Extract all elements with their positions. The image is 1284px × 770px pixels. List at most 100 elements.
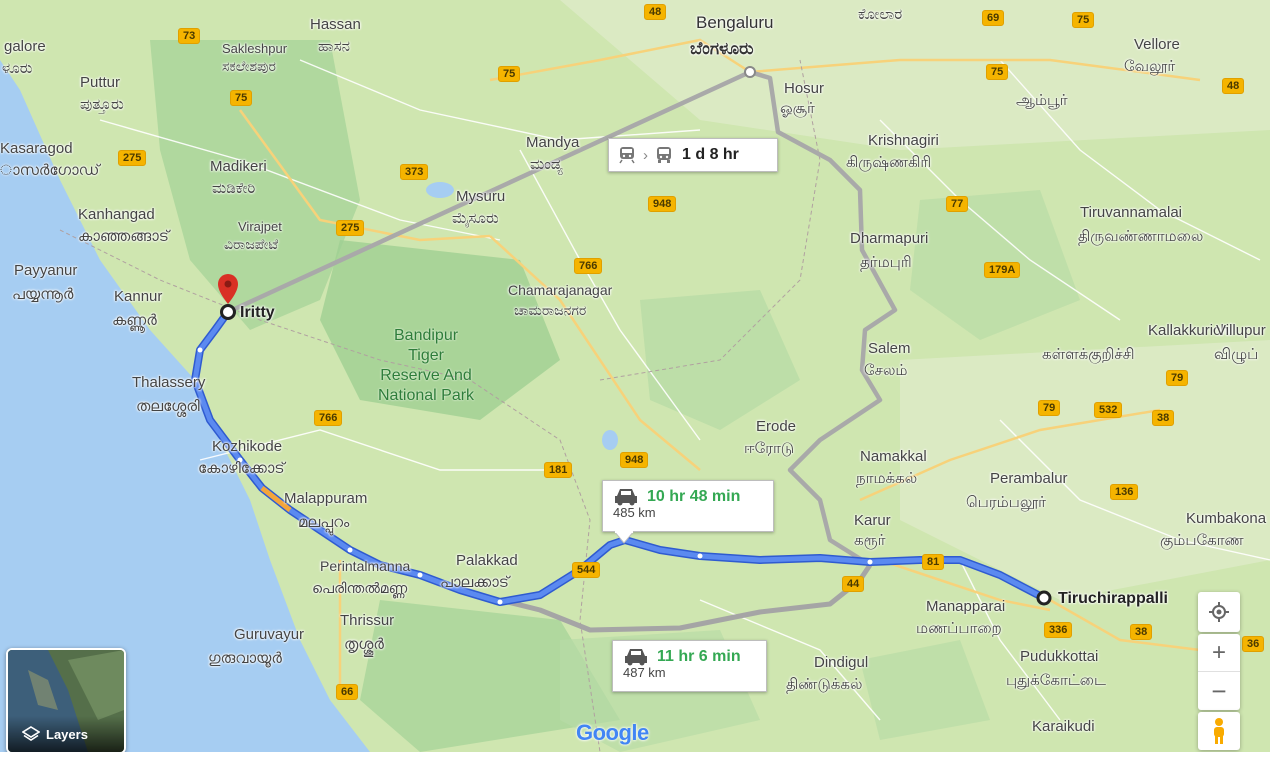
road-shield: 948 [620,452,649,468]
road-shield: 373 [400,164,429,180]
place-label: ാസർഗോഡ് [0,162,100,179]
place-label: விழுப் [1214,346,1259,363]
place-label: Hassan [310,16,361,33]
place-label: Guruvayur [234,626,305,643]
place-label: കണ്ണൂർ [112,312,157,329]
route-origin-marker [220,304,236,320]
layers-button[interactable]: Layers [6,648,126,752]
car-icon [625,649,647,666]
road-shield: 48 [644,4,667,20]
place-label: കോഴിക്കോട് [198,460,285,477]
road-shield: 81 [922,554,945,570]
place-label: ಮಂಡ್ಯ [530,156,563,173]
place-label: Dindigul [814,654,869,671]
place-label: Mandya [526,134,580,151]
place-label: Perambalur [990,470,1068,487]
place-label: ஈரோடு [744,440,795,457]
place-label: Kanhangad [78,206,155,223]
road-shield: 766 [314,410,343,426]
my-location-button[interactable] [1198,592,1240,632]
layers-icon [22,726,40,741]
road-shield: 75 [498,66,521,82]
place-label: சேலம் [864,362,908,379]
place-label: ஓசூர் [780,100,815,117]
place-label: Perintalmanna [320,558,411,574]
transit-duration: 1 d 8 hr [682,146,739,163]
place-label: ಕೋಲಾರ [858,6,903,23]
place-label: Tiruvannamalai [1080,204,1182,221]
place-label: தர்மபுரி [860,254,912,271]
pegman-button[interactable] [1198,712,1240,750]
road-shield: 275 [118,150,147,166]
place-label: Malappuram [284,490,368,507]
place-label: Mysuru [456,188,506,205]
place-label: ವಿರಾಜಪೇಟೆ [224,236,279,252]
pegman-icon [1214,718,1224,744]
place-label: പയ്യന്നൂർ [12,286,74,303]
place-label: கிருஷ்ணகிரி [846,154,932,171]
park-label: Bandipur Tiger Reserve And National Park [378,327,475,404]
place-label: Erode [756,418,797,435]
place-label: Krishnagiri [868,132,939,149]
road-shield: 766 [574,258,603,274]
road-shield: 36 [1242,636,1265,652]
layers-label: Layers [46,726,88,742]
place-label: வேலூர் [1124,58,1176,75]
place-label: மணப்பாறை [916,620,1002,637]
place-label: ಹಾಸನ [318,38,350,55]
place-label: കാഞ്ഞങ്ങാട് [78,228,169,245]
alt-route-card[interactable]: 11 hr 6 min 487 km [612,640,767,692]
road-shield: 75 [1072,12,1095,28]
google-logo: Google [576,720,649,745]
road-shield: 275 [336,220,365,236]
place-label: Palakkad [456,552,518,569]
place-label: Karur [854,512,891,529]
place-label: Madikeri [210,158,267,175]
place-label: Thalassery [132,374,206,391]
place-label: Bengaluru [696,13,774,32]
place-label: galore [4,38,46,55]
minus-icon[interactable]: − [1198,672,1240,710]
alt-route-distance: 487 km [623,665,666,680]
alt-route-duration: 11 hr 6 min [657,648,741,665]
road-shield: 79 [1038,400,1061,416]
place-label: ಪುತ್ತೂರು [80,96,124,113]
place-label: ಳೂರು [2,60,33,77]
place-label: Pudukkottai [1020,648,1099,665]
destination-label: Tiruchirappalli [1058,590,1168,607]
my-location-icon [1209,602,1229,622]
place-label: ഗുരുവായൂർ [208,650,282,667]
place-label: Manapparai [926,598,1006,615]
place-label: நாமக்கல் [856,470,918,487]
place-label: തലശ്ശേരി [136,398,200,415]
place-label: கள்ளக்குறிச்சி [1042,346,1135,363]
origin-label: Iritty [240,304,275,321]
place-label: Kannur [114,288,163,305]
transit-route-card[interactable]: › 1 d 8 hr [608,138,778,172]
map-pin-icon [218,274,238,304]
place-label: Karaikudi [1032,718,1095,735]
alt-route-line [499,563,873,633]
place-label: Namakkal [860,448,927,465]
place-label: கும்பகோண [1160,532,1244,549]
place-label: ಮಡಿಕೇರಿ [212,180,256,197]
main-route-card[interactable]: 10 hr 48 min 485 km [602,480,774,532]
place-label: Kumbakona [1186,510,1267,527]
place-label: திண்டுக்கல் [786,676,863,693]
place-label: Kozhikode [212,438,283,455]
road-shield: 75 [986,64,1009,80]
place-label: Payyanur [14,262,78,279]
main-route-duration: 10 hr 48 min [647,488,741,505]
zoom-control: + − [1198,634,1240,710]
car-icon [615,489,637,506]
road-shield: 48 [1222,78,1245,94]
map-canvas[interactable]: Hassan ಹಾಸನ Bengaluru ಬೆಂಗಳೂರು ಕೋಲಾರ Vel… [0,0,1270,752]
plus-icon[interactable]: + [1198,634,1240,672]
road-shield: 38 [1130,624,1153,640]
place-label: Dharmapuri [850,230,929,247]
road-shield: 544 [572,562,601,578]
road-shield: 38 [1152,410,1175,426]
place-label: Hosur [784,80,825,97]
place-label: Villupur [1216,322,1266,339]
place-label: ಬೆಂಗಳೂರು [690,39,754,58]
